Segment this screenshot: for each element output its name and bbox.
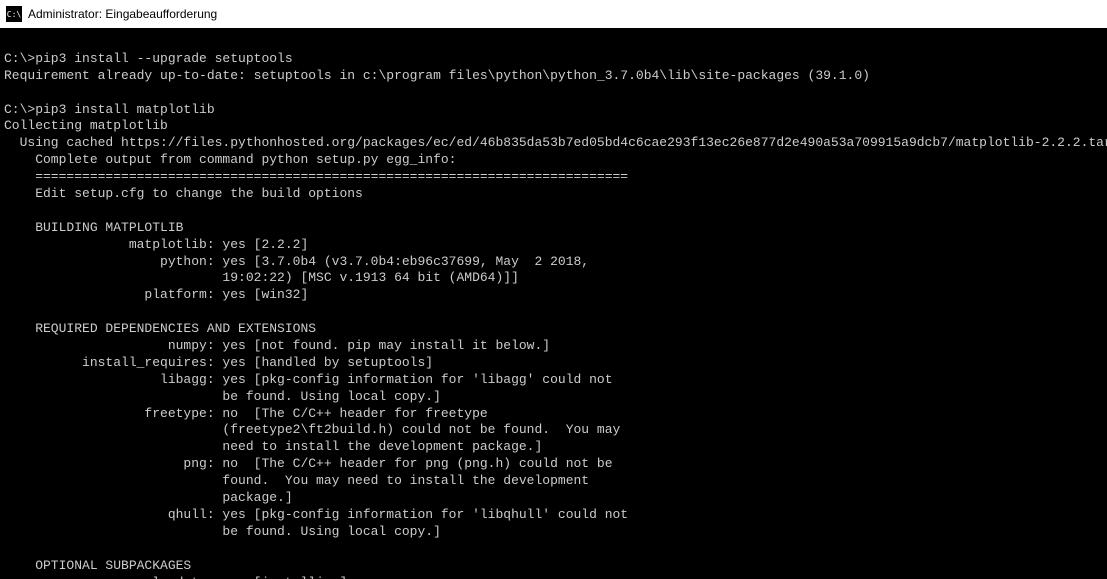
window-title: Administrator: Eingabeaufforderung [28,7,217,21]
cmd-icon: C:\ [6,6,22,22]
terminal-content: C:\>pip3 install --upgrade setuptools Re… [4,34,1103,579]
terminal-output[interactable]: C:\>pip3 install --upgrade setuptools Re… [0,28,1107,579]
window-titlebar: C:\ Administrator: Eingabeaufforderung [0,0,1107,28]
